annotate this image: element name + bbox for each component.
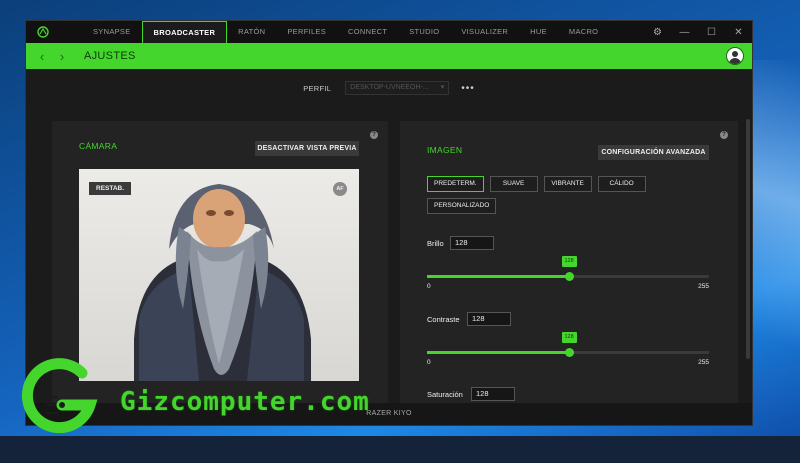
profile-dropdown[interactable]: DESKTOP-UVNEEOH-... ▾ — [345, 81, 450, 95]
page-title: AJUSTES — [84, 50, 136, 62]
slider-thumb[interactable] — [564, 272, 574, 281]
slider-fill — [427, 275, 569, 278]
page-header: ‹ › AJUSTES — [26, 43, 752, 69]
camera-help-icon[interactable]: ? — [370, 131, 378, 139]
advanced-settings-button[interactable]: CONFIGURACIÓN AVANZADA — [598, 145, 709, 160]
razer-logo-icon — [32, 21, 54, 43]
autofocus-button[interactable]: AF — [333, 182, 347, 196]
maximize-icon[interactable]: ☐ — [698, 27, 725, 38]
tab-hue[interactable]: HUE — [519, 21, 558, 43]
more-options-icon[interactable]: ••• — [461, 83, 475, 94]
window-controls: ⚙ — ☐ ✕ — [644, 21, 752, 43]
brightness-input[interactable]: 128 — [450, 236, 494, 250]
saturation-label: Saturación — [427, 390, 463, 399]
tab-studio[interactable]: STUDIO — [398, 21, 450, 43]
minimize-icon[interactable]: — — [671, 27, 698, 38]
tab-macro[interactable]: MACRO — [558, 21, 609, 43]
preset-calido[interactable]: CÁLIDO — [597, 176, 646, 192]
slider-max: 255 — [698, 283, 709, 290]
preset-row-1: PREDETERM. SUAVE VIBRANTE CÁLIDO — [427, 176, 646, 192]
contrast-slider[interactable]: 128 0 255 — [427, 332, 709, 367]
contrast-input[interactable]: 128 — [467, 312, 511, 326]
title-bar: SYNAPSE BROADCASTER RATÓN PERFILES CONNE… — [26, 21, 752, 43]
preset-vibrante[interactable]: VIBRANTE — [543, 176, 592, 192]
slider-min: 0 — [427, 283, 431, 290]
gizcomputer-logo-icon — [21, 358, 98, 434]
slider-thumb[interactable] — [564, 348, 574, 357]
preview-image — [79, 169, 359, 381]
profile-label: PERFIL — [303, 83, 332, 93]
user-avatar-icon[interactable] — [726, 47, 744, 65]
profile-value: DESKTOP-UVNEEOH-... — [350, 84, 429, 91]
brightness-label: Brillo — [427, 239, 444, 248]
nav-tabs: SYNAPSE BROADCASTER RATÓN PERFILES CONNE… — [82, 21, 609, 43]
slider-value-bubble: 128 — [561, 256, 577, 267]
slider-value-bubble: 128 — [561, 332, 577, 343]
preset-predeterm[interactable]: PREDETERM. — [427, 176, 484, 192]
forward-arrow-icon[interactable]: › — [52, 49, 72, 64]
tab-connect[interactable]: CONNECT — [337, 21, 398, 43]
tab-raton[interactable]: RATÓN — [227, 21, 276, 43]
camera-preview: RESTAB. AF — [79, 169, 359, 381]
reset-preview-button[interactable]: RESTAB. — [89, 182, 132, 195]
slider-min: 0 — [427, 359, 431, 366]
preset-row-2: PERSONALIZADO — [427, 198, 497, 214]
scrollbar[interactable] — [746, 119, 750, 359]
slider-fill — [427, 351, 569, 354]
tab-visualizer[interactable]: VISUALIZER — [450, 21, 519, 43]
tab-perfiles[interactable]: PERFILES — [276, 21, 337, 43]
brightness-slider[interactable]: 128 0 255 — [427, 256, 709, 291]
image-title: IMAGEN — [427, 145, 463, 155]
contrast-label: Contraste — [427, 315, 460, 324]
settings-gear-icon[interactable]: ⚙ — [644, 27, 671, 38]
camera-title: CÁMARA — [79, 141, 118, 151]
tab-broadcaster[interactable]: BROADCASTER — [141, 21, 228, 43]
disable-preview-button[interactable]: DESACTIVAR VISTA PREVIA — [255, 141, 359, 156]
preset-personalizado[interactable]: PERSONALIZADO — [427, 198, 497, 214]
watermark-text: Gizcomputer.com — [120, 387, 370, 417]
watermark: Gizcomputer.com — [10, 355, 390, 435]
tab-synapse[interactable]: SYNAPSE — [82, 21, 142, 43]
saturation-input[interactable]: 128 — [471, 387, 515, 401]
image-help-icon[interactable]: ? — [720, 131, 728, 139]
image-panel: ? IMAGEN CONFIGURACIÓN AVANZADA PREDETER… — [400, 121, 738, 425]
chevron-down-icon: ▾ — [440, 84, 445, 91]
taskbar — [0, 436, 800, 463]
slider-max: 255 — [698, 359, 709, 366]
close-icon[interactable]: ✕ — [725, 27, 752, 38]
preset-suave[interactable]: SUAVE — [489, 176, 538, 192]
profile-row: PERFIL DESKTOP-UVNEEOH-... ▾ ••• — [26, 81, 752, 95]
back-arrow-icon[interactable]: ‹ — [32, 49, 52, 64]
